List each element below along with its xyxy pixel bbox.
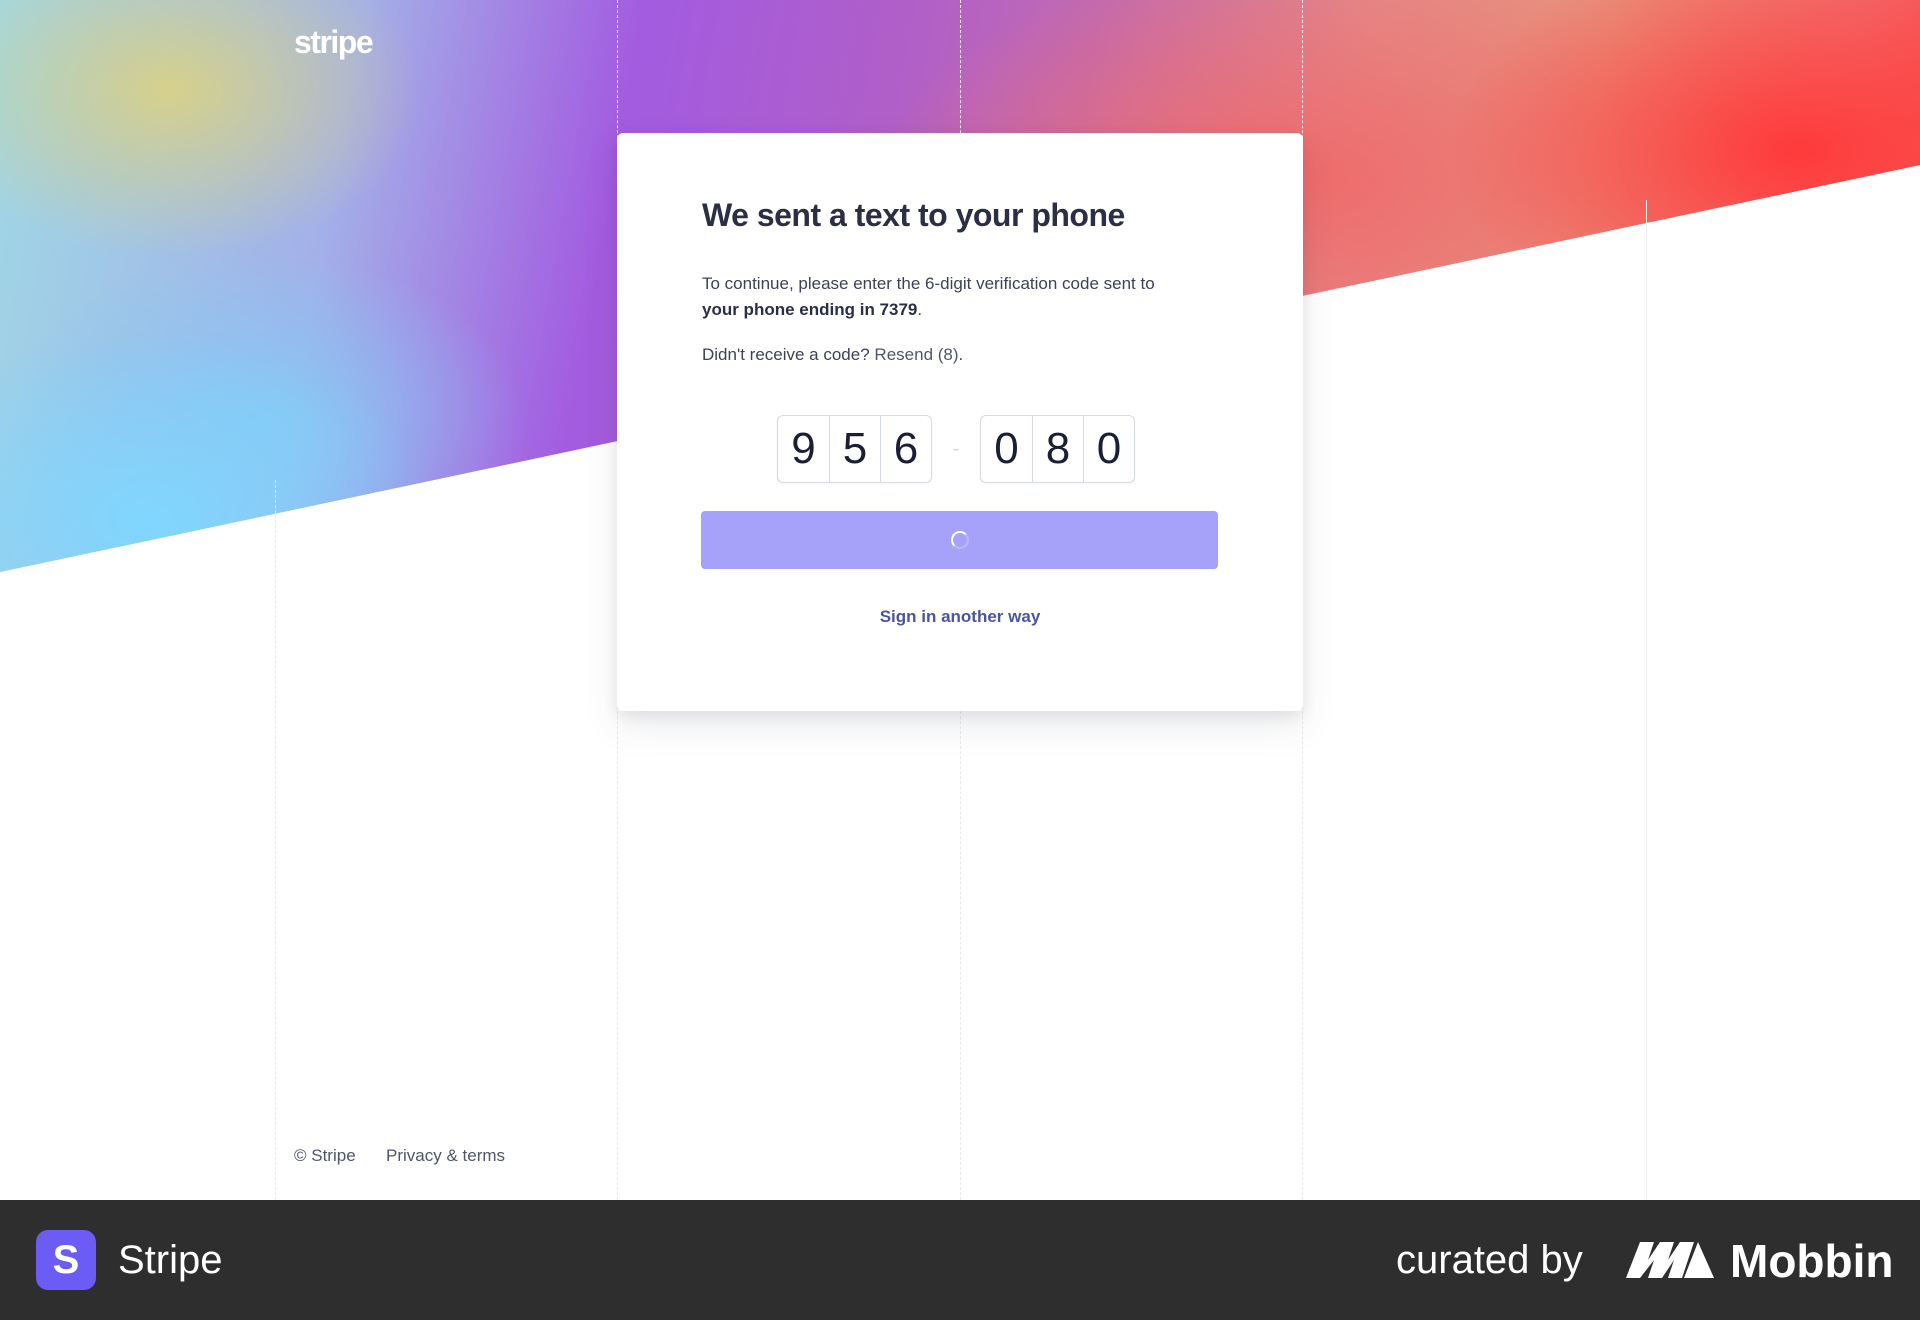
submit-button-loading[interactable] (701, 511, 1218, 569)
phone-ending-text: your phone ending in 7379 (702, 300, 918, 319)
sign-in-another-way-link[interactable]: Sign in another way (617, 607, 1303, 627)
footer-copyright: © Stripe (294, 1146, 356, 1165)
description-period: . (917, 300, 923, 319)
spinner-icon (950, 531, 969, 549)
stripe-app-icon: S (36, 1230, 96, 1290)
code-separator: - (952, 437, 960, 460)
code-digit-input[interactable]: 9 (778, 416, 829, 482)
code-digit-input[interactable]: 6 (880, 416, 931, 482)
privacy-terms-link[interactable]: Privacy & terms (386, 1146, 505, 1166)
curated-by-label: curated by (1396, 1238, 1583, 1282)
mobbin-logo-icon (1626, 1242, 1714, 1278)
verification-code-input: 9 5 6 - 0 8 0 (777, 415, 1135, 483)
code-digit-input[interactable]: 8 (1032, 416, 1083, 482)
code-group-first: 9 5 6 (777, 415, 932, 483)
code-digit-input[interactable]: 5 (829, 416, 880, 482)
curator-name: Mobbin (1730, 1235, 1894, 1287)
stripe-logo[interactable]: stripe (294, 24, 374, 61)
code-digit-input[interactable]: 0 (1083, 416, 1134, 482)
bottom-bar: S Stripe curated by Mobbin (0, 1200, 1920, 1320)
guide-line (275, 480, 276, 1200)
app-name: Stripe (118, 1238, 223, 1282)
resend-link[interactable]: Resend (8) (874, 345, 958, 364)
description-text: To continue, please enter the 6-digit ve… (702, 274, 1155, 293)
code-digit-input[interactable]: 0 (981, 416, 1032, 482)
resend-line: Didn't receive a code? Resend (8). (702, 342, 963, 368)
resend-period: . (958, 345, 964, 364)
resend-prompt: Didn't receive a code? (702, 345, 870, 364)
guide-line (1646, 200, 1647, 1200)
page: stripe We sent a text to your phone To c… (0, 0, 1920, 1200)
verification-card: We sent a text to your phone To continue… (617, 133, 1303, 711)
verification-description: To continue, please enter the 6-digit ve… (702, 271, 1222, 323)
code-group-second: 0 8 0 (980, 415, 1135, 483)
page-title: We sent a text to your phone (702, 197, 1125, 233)
